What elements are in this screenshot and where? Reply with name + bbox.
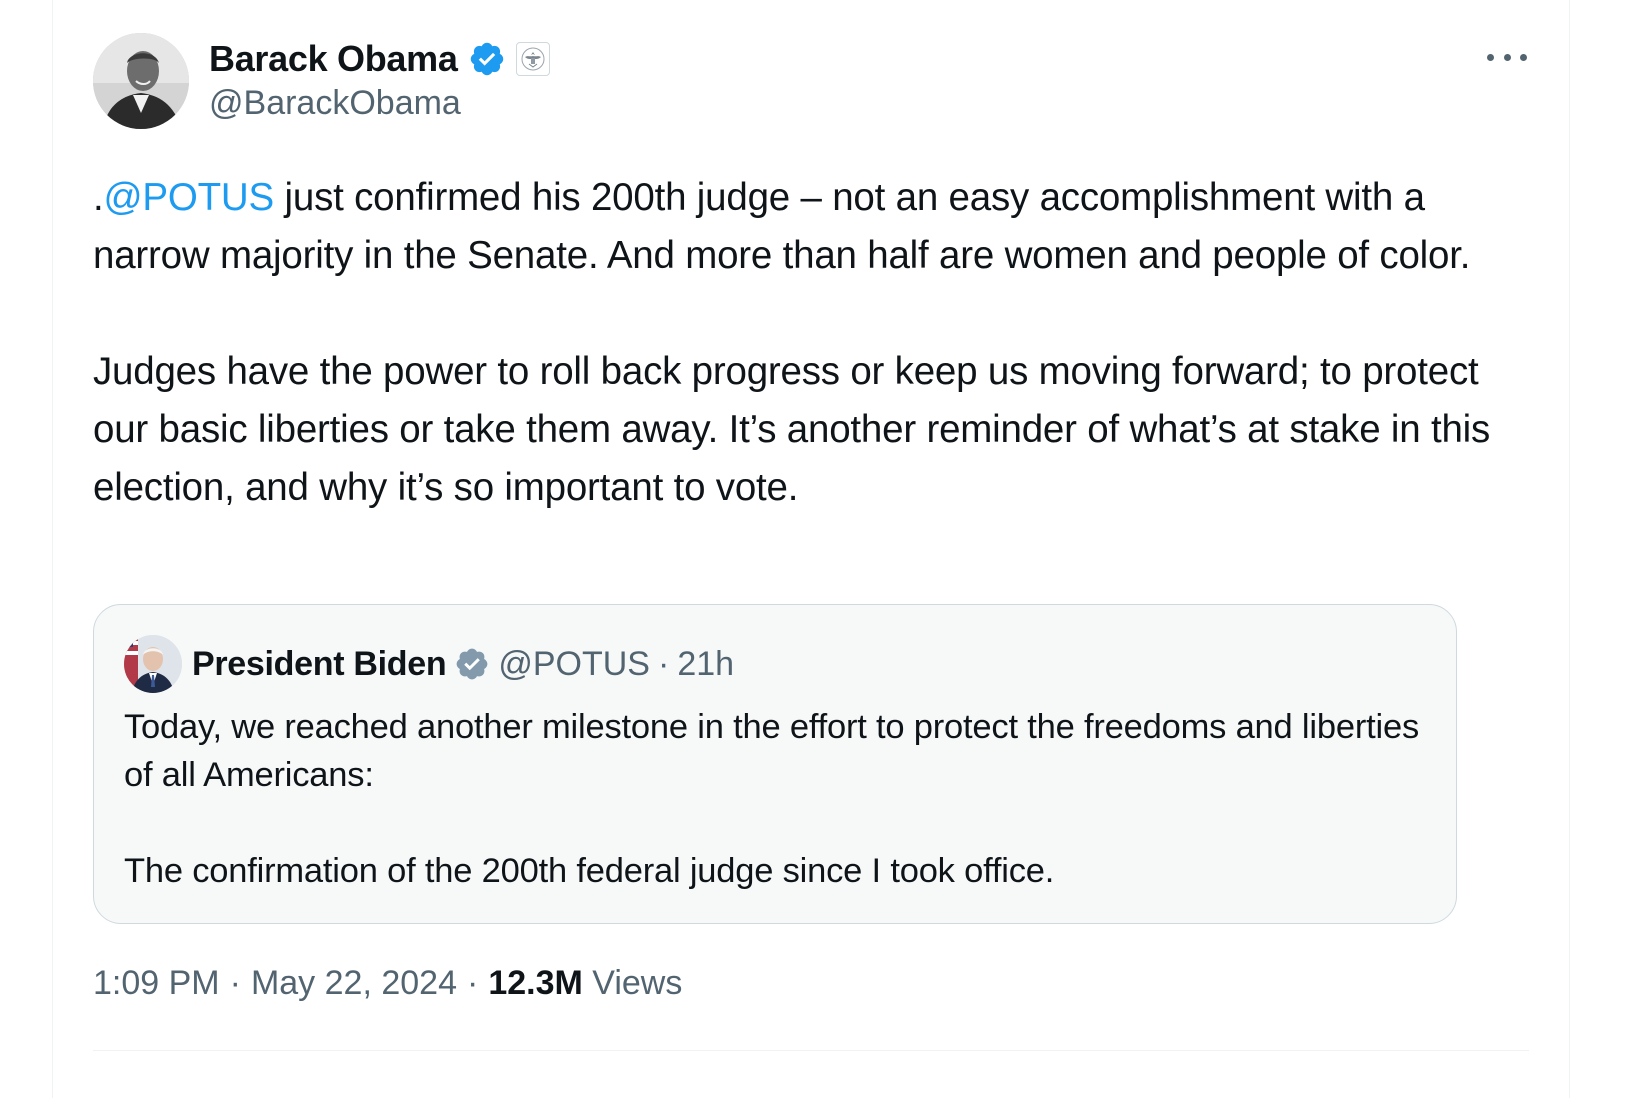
tweet-paragraph-2: Judges have the power to roll back progr…	[93, 350, 1491, 509]
quoted-tweet[interactable]: President Biden @POTUS · 21h Today, we r…	[93, 604, 1457, 924]
quoted-paragraph-1: Today, we reached another milestone in t…	[124, 708, 1419, 794]
tweet-body: .@POTUS just confirmed his 200th judge –…	[93, 169, 1503, 517]
quoted-author-photo	[124, 635, 182, 693]
us-seal-icon[interactable]	[515, 42, 550, 76]
author-avatar[interactable]	[93, 33, 189, 129]
tweet-meta: 1:09 PM · May 22, 2024 · 12.3M Views	[93, 964, 682, 1003]
divider	[93, 1050, 1529, 1051]
author-photo	[93, 33, 189, 129]
tweet-paragraph-1-text: just confirmed his 200th judge – not an …	[93, 176, 1471, 277]
more-dot	[1487, 53, 1494, 61]
author-name-row: Barack Obama	[209, 37, 550, 81]
quoted-paragraph-2: The confirmation of the 200th federal ju…	[124, 852, 1055, 890]
more-dot	[1520, 53, 1527, 61]
more-dot	[1503, 53, 1511, 61]
views-count: 12.3M	[488, 964, 583, 1002]
meta-separator: ·	[466, 964, 479, 1002]
views-label: Views	[592, 964, 683, 1002]
quoted-separator: ·	[657, 644, 670, 683]
quoted-author-name[interactable]: President Biden	[192, 645, 447, 684]
quoted-author-avatar[interactable]	[124, 635, 182, 693]
gray-verified-badge-icon[interactable]	[454, 646, 490, 682]
verified-badge-icon[interactable]	[468, 40, 506, 78]
quoted-author-handle[interactable]: @POTUS	[498, 645, 650, 684]
tweet-time[interactable]: 1:09 PM	[93, 964, 220, 1003]
author-name[interactable]: Barack Obama	[209, 38, 458, 80]
more-options-icon[interactable]	[1487, 42, 1527, 72]
quoted-timestamp[interactable]: 21h	[677, 645, 734, 684]
quoted-body: Today, we reached another milestone in t…	[124, 703, 1434, 895]
quoted-header: President Biden @POTUS · 21h	[192, 641, 734, 687]
meta-separator: ·	[229, 964, 241, 1002]
potus-mention-link[interactable]: @POTUS	[104, 176, 275, 219]
tweet-paragraph-1: .@POTUS just confirmed his 200th judge –…	[93, 169, 1503, 285]
tweet-date[interactable]: May 22, 2024	[251, 964, 457, 1003]
tweet-card: Barack Obama @BarackObama .@POTUS just c…	[52, 0, 1570, 1098]
tweet-prefix: .	[93, 176, 104, 219]
views-stat[interactable]: 12.3M Views	[488, 964, 682, 1003]
author-handle[interactable]: @BarackObama	[209, 84, 461, 123]
